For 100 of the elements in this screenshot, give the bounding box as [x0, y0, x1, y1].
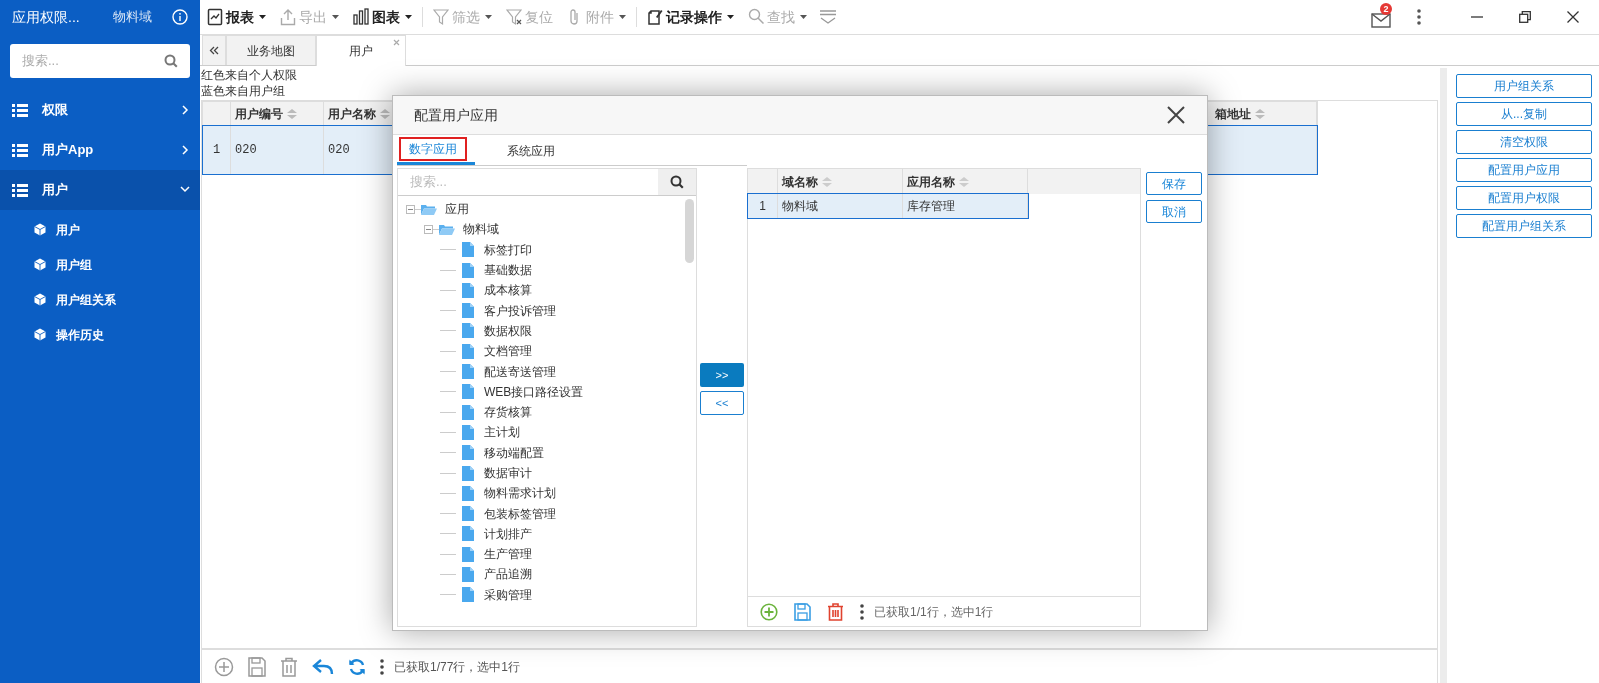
collapse-filter-icon[interactable] — [819, 10, 837, 24]
sort-icon — [822, 176, 832, 187]
close-icon[interactable] — [1567, 11, 1579, 23]
legend-text: 红色来自个人权限 — [201, 67, 298, 83]
tree-item[interactable]: 计划排产 — [484, 524, 532, 543]
add-icon[interactable] — [760, 602, 778, 621]
legend-text: 蓝色来自用户组 — [201, 83, 286, 99]
tree-item[interactable]: 主计划 — [484, 423, 520, 442]
file-icon — [462, 404, 474, 420]
tree-item[interactable]: 存货核算 — [484, 403, 532, 422]
search-icon — [748, 8, 764, 26]
menu-item[interactable]: 用户App — [0, 130, 200, 170]
dialog-button[interactable]: 取消 — [1146, 200, 1203, 223]
sort-icon — [959, 176, 969, 187]
toolbar-button[interactable]: 报表 — [203, 3, 270, 31]
file-icon — [462, 262, 474, 278]
collapse-icon[interactable] — [424, 224, 433, 234]
submenu-item[interactable]: 用户 — [0, 212, 200, 247]
add-icon[interactable] — [214, 656, 234, 677]
more-icon[interactable] — [380, 658, 384, 675]
search-icon[interactable] — [164, 54, 178, 68]
tree-item[interactable]: 数据审计 — [484, 464, 532, 482]
scrollbar[interactable] — [685, 199, 694, 263]
open-folder-icon — [421, 203, 437, 216]
save-icon[interactable] — [794, 602, 811, 621]
toolbar-button[interactable]: 记录操作 — [643, 3, 738, 31]
action-button[interactable]: 配置用户权限 — [1456, 186, 1592, 210]
file-icon — [462, 506, 474, 522]
tree-item[interactable]: 数据权限 — [484, 321, 532, 340]
file-icon — [462, 323, 474, 339]
search-box[interactable]: 搜索... — [10, 44, 190, 78]
tree-item[interactable]: 物料域 — [463, 220, 499, 239]
move-button[interactable]: >> — [700, 363, 744, 387]
tab[interactable]: 业务地图 — [226, 35, 316, 65]
tree-item[interactable]: WEB接口路径设置 — [484, 382, 584, 401]
save-icon[interactable] — [248, 656, 266, 677]
action-button[interactable]: 用户组关系 — [1456, 74, 1592, 98]
chevron-down-icon — [180, 185, 190, 195]
sort-icon — [1255, 109, 1265, 119]
file-icon — [462, 465, 474, 481]
table-cell: 020 — [231, 126, 324, 174]
toolbar-button[interactable]: 图表 — [349, 3, 416, 31]
dialog-button[interactable]: 保存 — [1146, 172, 1203, 195]
tree-item[interactable]: 文档管理 — [484, 342, 532, 361]
cube-icon — [34, 223, 46, 236]
move-button[interactable]: << — [700, 391, 744, 415]
tree-item[interactable]: 采购管理 — [484, 585, 532, 604]
file-icon — [462, 567, 474, 582]
action-button[interactable]: 从...复制 — [1456, 102, 1592, 126]
file-icon — [462, 485, 474, 501]
tree-item[interactable]: 移动端配置 — [484, 443, 544, 462]
tree-item[interactable]: 物料需求计划 — [484, 484, 556, 503]
tree-item[interactable]: 产品追溯 — [484, 565, 532, 584]
restore-icon[interactable] — [1519, 11, 1531, 23]
caret-icon — [405, 15, 412, 19]
action-button[interactable]: 清空权限 — [1456, 130, 1592, 154]
tree-item[interactable]: 配送寄送管理 — [484, 362, 556, 381]
tree-item[interactable]: 包装标签管理 — [484, 504, 556, 523]
tab[interactable]: 用户 — [316, 35, 406, 66]
file-icon — [462, 303, 474, 319]
delete-icon[interactable] — [827, 602, 844, 621]
delete-icon[interactable] — [280, 656, 298, 677]
menu-item[interactable]: 权限 — [0, 90, 200, 130]
double-chevron-icon — [209, 46, 219, 55]
domain-label[interactable]: 物料域 — [113, 7, 152, 27]
file-icon — [462, 242, 474, 258]
info-icon[interactable] — [172, 9, 188, 25]
cube-icon — [34, 258, 46, 271]
more-icon[interactable] — [860, 603, 864, 620]
search-icon — [670, 175, 684, 189]
status-text: 已获取1/77行，选中1行 — [394, 658, 521, 676]
close-icon[interactable] — [1167, 106, 1185, 124]
submenu-item[interactable]: 操作历史 — [0, 317, 200, 352]
bar-chart-icon — [353, 8, 369, 26]
menu-item[interactable]: 用户 — [0, 170, 200, 210]
table-row[interactable]: 1 物料域 库存管理 — [748, 194, 1028, 218]
collapse-button[interactable] — [202, 35, 226, 65]
tree-item[interactable]: 标签打印 — [484, 240, 532, 259]
action-button[interactable]: 配置用户组关系 — [1456, 214, 1592, 238]
sort-icon — [287, 109, 297, 119]
caret-icon — [800, 15, 807, 19]
tree-item[interactable]: 应用 — [445, 200, 469, 219]
file-icon — [462, 445, 474, 461]
open-folder-icon — [439, 223, 455, 236]
refresh-icon[interactable] — [348, 657, 366, 676]
search-button[interactable] — [658, 169, 696, 195]
tree-item[interactable]: 生产管理 — [484, 545, 532, 564]
collapse-icon[interactable] — [406, 204, 415, 214]
submenu-item[interactable]: 用户组关系 — [0, 282, 200, 317]
tab[interactable]: 系统应用 — [499, 138, 563, 163]
more-icon[interactable] — [1417, 9, 1421, 25]
undo-icon[interactable] — [312, 657, 334, 676]
tree-item[interactable]: 客户投诉管理 — [484, 301, 556, 320]
submenu-item[interactable]: 用户组 — [0, 247, 200, 282]
tab[interactable]: 数字应用 — [399, 137, 467, 161]
search-input[interactable]: 搜索... — [22, 51, 164, 71]
tree-item[interactable]: 成本核算 — [484, 281, 532, 300]
sort-icon — [380, 109, 390, 119]
action-button[interactable]: 配置用户应用 — [1456, 158, 1592, 182]
tree-item[interactable]: 基础数据 — [484, 261, 532, 280]
